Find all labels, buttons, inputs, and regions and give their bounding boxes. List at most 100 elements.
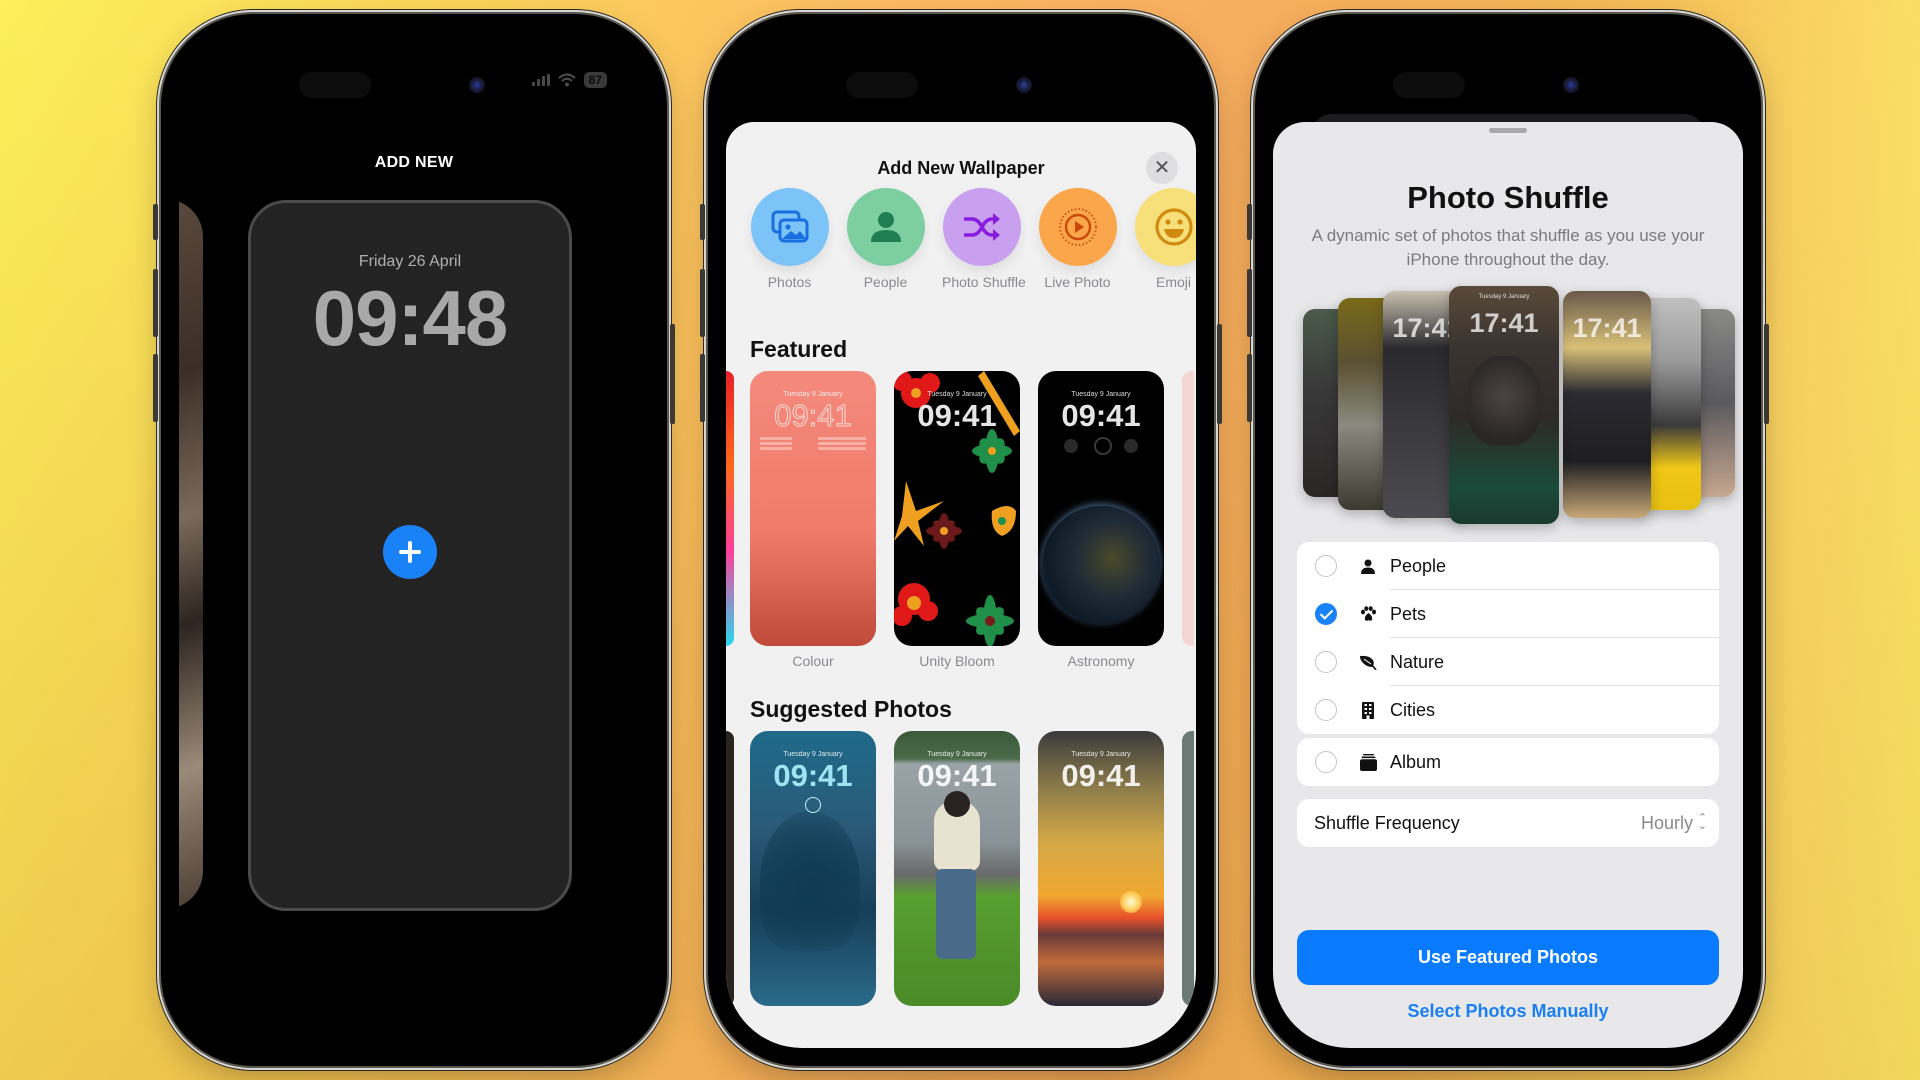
option-cities[interactable]: Cities — [1297, 686, 1719, 734]
close-button[interactable]: ✕ — [1146, 152, 1178, 184]
wallpaper-unity-bloom[interactable]: Tuesday 9 January 09:41 — [894, 371, 1020, 646]
wallpaper-time: 09:41 — [774, 398, 853, 434]
category-live-photo[interactable]: Live Photo — [1038, 188, 1117, 290]
wallpaper-date: Tuesday 9 January — [927, 751, 987, 758]
wallpaper-colour[interactable]: Tuesday 9 January 09:41 — [750, 371, 876, 646]
suggested-photos-row: Tuesday 9 January 09:41 Tuesday 9 Januar… — [726, 731, 1196, 1006]
volume-up-button — [153, 269, 158, 337]
photos-icon — [771, 210, 808, 243]
photo-shuffle-title: Photo Shuffle — [1407, 180, 1609, 215]
front-camera — [1016, 77, 1032, 93]
dynamic-island — [846, 72, 918, 98]
preview-time: 17:41 — [1572, 313, 1642, 343]
option-label: Album — [1390, 751, 1442, 772]
wifi-icon — [557, 73, 576, 87]
dynamic-island — [1393, 72, 1465, 98]
power-button — [1217, 324, 1222, 424]
category-photo-shuffle[interactable]: Photo Shuffle — [942, 188, 1026, 290]
cellular-signal-icon — [531, 74, 550, 86]
widget-dot — [1124, 439, 1138, 453]
option-people[interactable]: People — [1297, 542, 1719, 590]
preview-card: 17:41 — [1563, 291, 1651, 518]
option-album[interactable]: Album — [1297, 738, 1719, 786]
next-suggested-peek[interactable] — [1182, 731, 1194, 1006]
wallpaper-date: Tuesday 9 January — [1071, 391, 1131, 398]
wallpaper-date: Tuesday 9 January — [783, 751, 843, 758]
category-label: Photo Shuffle — [942, 274, 1026, 290]
radio-button[interactable] — [1315, 555, 1337, 577]
category-row: Photos People Photo Shuffle Live Photo E… — [750, 188, 1196, 290]
use-featured-photos-button[interactable]: Use Featured Photos — [1297, 930, 1719, 985]
add-new-title: ADD NEW — [374, 154, 454, 171]
previous-suggested-peek[interactable] — [726, 731, 734, 1006]
category-label: Emoji — [1155, 274, 1191, 290]
wallpaper-date: Tuesday 9 January — [927, 391, 987, 398]
wallpaper-label: Unity Bloom — [919, 653, 995, 669]
front-camera — [1563, 77, 1579, 93]
photo-shuffle-description: A dynamic set of photos that shuffle as … — [1311, 226, 1705, 269]
widget-ring — [805, 797, 821, 813]
widget-placeholder — [760, 437, 792, 440]
building-icon — [1359, 701, 1377, 719]
option-nature[interactable]: Nature — [1297, 638, 1719, 686]
preview-card-front: Tuesday 9 January 17:41 — [1449, 286, 1559, 524]
wallpaper-time: 09:41 — [1061, 758, 1141, 793]
sheet-title: Add New Wallpaper — [877, 158, 1045, 178]
previous-wallpaper-peek[interactable] — [179, 199, 203, 909]
suggested-photo-tree[interactable]: Tuesday 9 January 09:41 — [750, 731, 876, 1006]
live-photo-icon — [1058, 208, 1097, 246]
option-label: Cities — [1390, 699, 1436, 720]
next-featured-peek[interactable] — [1182, 371, 1194, 646]
leaf-icon — [1359, 653, 1377, 671]
preview-date: Tuesday 9 January — [1478, 294, 1530, 300]
radio-button[interactable] — [1315, 651, 1337, 673]
widget-placeholder — [818, 437, 866, 440]
category-photos[interactable]: Photos — [750, 188, 829, 290]
add-wallpaper-button[interactable] — [383, 525, 437, 579]
volume-down-button — [1247, 354, 1252, 422]
wallpaper-date: Tuesday 9 January — [1071, 751, 1131, 758]
lock-date: Friday 26 April — [358, 253, 462, 270]
power-button — [1764, 324, 1769, 424]
battery-indicator: 87 — [583, 72, 607, 88]
new-lock-screen-card[interactable]: Friday 26 April 09:48 — [248, 200, 572, 911]
select-photos-manually-button[interactable]: Select Photos Manually — [1273, 1001, 1743, 1022]
power-button — [670, 324, 675, 424]
category-circle — [942, 188, 1021, 266]
dog-face — [1467, 356, 1541, 446]
shuffle-frequency-value[interactable]: Hourly — [1641, 813, 1693, 834]
wallpaper-date: Tuesday 9 January — [783, 391, 843, 398]
category-label: People — [863, 274, 908, 290]
featured-heading: Featured — [750, 336, 848, 362]
front-camera — [469, 77, 485, 93]
previous-featured-peek[interactable] — [726, 371, 734, 646]
album-stack-icon — [1359, 753, 1377, 771]
phone-add-new: 87 ADD NEW Friday 26 April 09:48 — [153, 14, 675, 1066]
option-label: Nature — [1390, 651, 1445, 672]
option-pets[interactable]: Pets — [1297, 590, 1719, 638]
wallpaper-astronomy[interactable]: Tuesday 9 January 09:41 — [1038, 371, 1164, 646]
widget-ring — [1094, 437, 1112, 455]
sun-image — [1120, 891, 1142, 913]
category-circle — [846, 188, 925, 266]
sheet-grabber[interactable] — [1489, 128, 1527, 133]
status-bar: 87 — [531, 72, 607, 88]
category-people[interactable]: People — [846, 188, 925, 290]
screen: 87 ADD NEW Friday 26 April 09:48 — [179, 32, 649, 1048]
radio-button[interactable] — [1315, 751, 1337, 773]
wallpaper-time: 09:41 — [1061, 398, 1141, 433]
mute-switch — [700, 204, 705, 240]
suggested-photo-person[interactable]: Tuesday 9 January 09:41 — [894, 731, 1020, 1006]
radio-button-checked[interactable] — [1315, 603, 1337, 625]
paw-icon — [1359, 605, 1377, 623]
wallpaper-time: 09:41 — [773, 758, 853, 793]
mute-switch — [153, 204, 158, 240]
volume-up-button — [700, 269, 705, 337]
radio-button[interactable] — [1315, 699, 1337, 721]
suggested-photo-sunset[interactable]: Tuesday 9 January 09:41 — [1038, 731, 1164, 1006]
shuffle-icon — [963, 213, 1000, 241]
shuffle-frequency-row[interactable]: Shuffle Frequency Hourly ⌃ ⌄ — [1297, 799, 1719, 847]
volume-down-button — [700, 354, 705, 422]
category-circle — [1038, 188, 1117, 266]
category-emoji[interactable]: Emoji — [1134, 188, 1196, 290]
